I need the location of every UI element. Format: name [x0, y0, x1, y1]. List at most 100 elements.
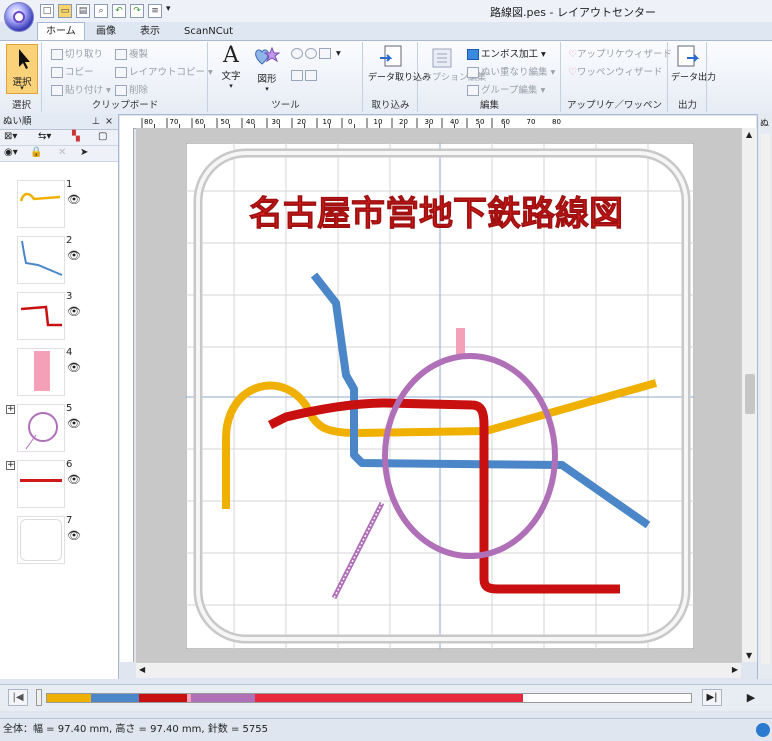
- list-item[interactable]: [17, 292, 65, 340]
- layout-copy-label: レイアウトコピー: [129, 67, 206, 78]
- eye-icon[interactable]: 👁: [67, 529, 81, 542]
- eye-icon[interactable]: 👁: [67, 193, 81, 206]
- seq-blue: [91, 694, 139, 702]
- expand-icon[interactable]: +: [6, 461, 15, 470]
- option-edit-label: オプション編集: [423, 73, 487, 83]
- vertical-ruler: [120, 128, 134, 662]
- select-button[interactable]: 選択 ▾: [6, 44, 38, 94]
- pin-icon[interactable]: ⊥: [92, 114, 100, 129]
- open-folder-icon[interactable]: ▭: [58, 4, 72, 18]
- zoom-in-icon[interactable]: [291, 48, 303, 59]
- eye-toggle-icon[interactable]: ◉▾: [4, 147, 18, 158]
- eye-icon[interactable]: 👁: [67, 361, 81, 374]
- seq-slider-handle[interactable]: [36, 689, 42, 706]
- group-label-applique: アップリケ／ワッペン: [566, 100, 662, 111]
- scroll-right-icon[interactable]: ▶: [732, 665, 738, 674]
- ruler-label: 50: [221, 118, 230, 126]
- text-tool-button[interactable]: A 文字 ▾: [217, 43, 245, 91]
- paste-button[interactable]: 貼り付け ▾: [51, 82, 111, 96]
- qa-customize-icon[interactable]: ▾: [166, 4, 174, 18]
- lock-icon[interactable]: 🔒: [30, 147, 42, 158]
- unlink-icon[interactable]: ✕: [58, 147, 66, 158]
- data-import-button[interactable]: データ取り込み: [368, 44, 431, 83]
- text-tool-label: 文字: [221, 71, 241, 82]
- tab-scanncut[interactable]: ScanNCut: [176, 23, 241, 40]
- text-a-icon: A: [223, 43, 239, 68]
- panel-title: ぬい順: [3, 116, 32, 127]
- group-label-clipboard: クリップボード: [91, 100, 159, 111]
- option-edit-icon: [432, 48, 452, 68]
- new-file-icon[interactable]: □: [40, 4, 54, 18]
- zoom-out-icon[interactable]: [305, 48, 317, 59]
- pointer-icon[interactable]: ➤: [80, 147, 88, 158]
- scroll-down-icon[interactable]: ▼: [746, 651, 752, 660]
- tab-view[interactable]: 表示: [132, 23, 168, 40]
- app-menu-button[interactable]: [4, 2, 34, 32]
- tab-image[interactable]: 画像: [88, 23, 124, 40]
- delete-button[interactable]: 削除: [115, 82, 148, 96]
- eye-icon[interactable]: 👁: [67, 417, 81, 430]
- view-icon[interactable]: ▢: [98, 131, 107, 142]
- horizontal-scrollbar[interactable]: ◀ ▶: [136, 662, 741, 678]
- layer-number: 1: [66, 179, 73, 190]
- group-label-select: 選択: [11, 100, 31, 111]
- embroidery-design[interactable]: 名古屋市営地下鉄路線図: [186, 143, 694, 649]
- list-item[interactable]: [17, 348, 65, 396]
- seq-play-button[interactable]: ▶: [736, 689, 766, 706]
- copy-label: コピー: [65, 67, 94, 78]
- data-import-icon: [380, 45, 402, 67]
- print-preview-icon[interactable]: ⌕: [94, 4, 108, 18]
- seq-track[interactable]: [46, 693, 692, 703]
- close-icon[interactable]: ×: [105, 114, 113, 129]
- paste-icon: [51, 85, 63, 96]
- cut-button[interactable]: 切り取り: [51, 46, 103, 60]
- patch-wizard-button[interactable]: ♡ワッペンウィザード: [568, 64, 662, 78]
- shape-dropdown-icon: ▾: [265, 85, 269, 93]
- stitch-overlap-button[interactable]: ぬい重なり編集 ▾: [467, 64, 555, 78]
- scroll-left-icon[interactable]: ◀: [139, 665, 145, 674]
- scroll-up-icon[interactable]: ▲: [746, 130, 752, 139]
- eye-icon[interactable]: 👁: [67, 249, 81, 262]
- paste-label: 貼り付け: [65, 85, 104, 96]
- shape-tool-label: 図形: [257, 74, 277, 85]
- color-sort-icon[interactable]: ▚: [72, 131, 80, 142]
- hand-pan-icon[interactable]: [291, 70, 303, 81]
- group-edit-button[interactable]: グループ編集 ▾: [467, 82, 545, 96]
- eye-icon[interactable]: 👁: [67, 305, 81, 318]
- vertical-scrollbar[interactable]: ▲ ▼: [741, 128, 758, 662]
- arrange-icon[interactable]: ⇆▾: [38, 131, 51, 142]
- list-item[interactable]: [17, 460, 65, 508]
- option-edit-button[interactable]: オプション編集: [423, 46, 487, 83]
- measure-icon[interactable]: [305, 70, 317, 81]
- list-item[interactable]: [17, 236, 65, 284]
- ruler-label: 30: [425, 118, 434, 126]
- list-item[interactable]: [17, 404, 65, 452]
- zoom-fit-icon[interactable]: [319, 48, 331, 59]
- select-all-icon[interactable]: ⊠▾: [4, 131, 17, 142]
- eye-icon[interactable]: 👁: [67, 473, 81, 486]
- right-panel-strip[interactable]: ぬ: [757, 114, 772, 679]
- layout-copy-button[interactable]: レイアウトコピー ▾: [115, 64, 213, 78]
- list-item[interactable]: [17, 516, 65, 564]
- duplicate-button[interactable]: 複製: [115, 46, 148, 60]
- list-item[interactable]: [17, 180, 65, 228]
- expand-icon[interactable]: +: [6, 405, 15, 414]
- data-output-button[interactable]: データ出力: [671, 44, 716, 83]
- group-clipboard: 切り取り 複製 コピー レイアウトコピー ▾ 貼り付け ▾ 削除 クリップボード: [43, 42, 213, 112]
- copy-button[interactable]: コピー: [51, 64, 94, 78]
- right-panel-scroll[interactable]: [761, 134, 770, 664]
- vertical-scroll-thumb[interactable]: [745, 374, 755, 414]
- seq-start-button[interactable]: |◀: [8, 689, 28, 706]
- seq-end-button[interactable]: ▶|: [702, 689, 722, 706]
- seq-yellow: [47, 694, 91, 702]
- save-icon[interactable]: ▤: [76, 4, 90, 18]
- properties-icon[interactable]: ≡: [148, 4, 162, 18]
- status-text: 全体：幅 = 97.40 mm, 高さ = 97.40 mm, 針数 = 575…: [3, 724, 268, 735]
- ruler-label: 20: [399, 118, 408, 126]
- redo-icon[interactable]: ↷: [130, 4, 144, 18]
- undo-icon[interactable]: ↶: [112, 4, 126, 18]
- tab-home[interactable]: ホーム: [37, 22, 85, 41]
- shape-tool-button[interactable]: 図形 ▾: [253, 44, 281, 93]
- applique-wizard-button[interactable]: ♡アップリケウィザード: [568, 46, 672, 60]
- emboss-button[interactable]: エンボス加工 ▾: [467, 46, 546, 60]
